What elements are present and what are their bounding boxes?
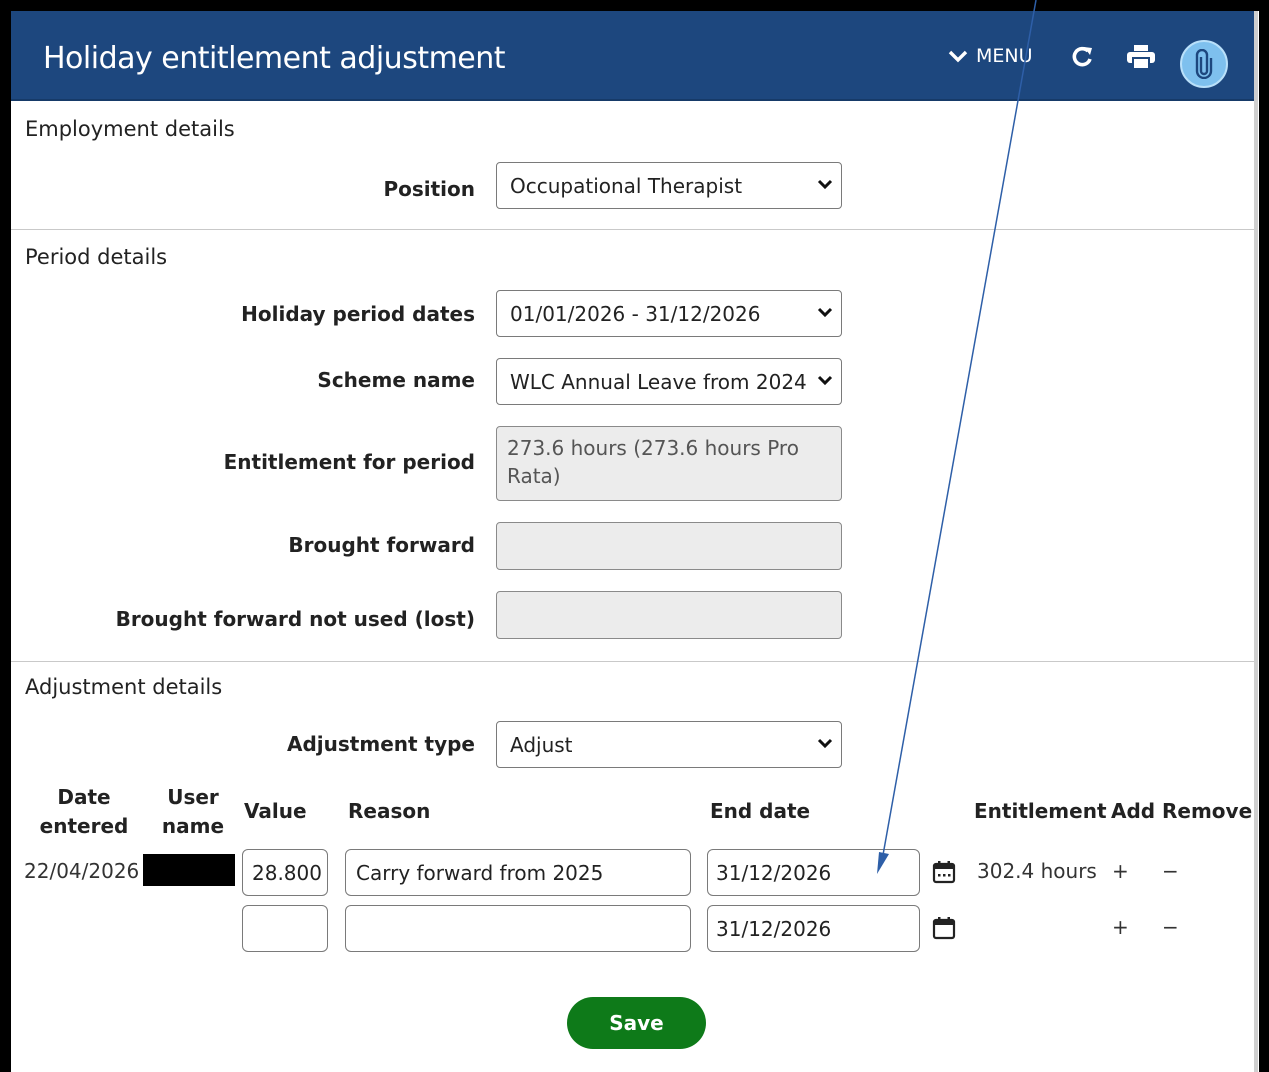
chevron-down-icon [817,738,833,749]
add-row-button[interactable]: + [1112,859,1129,883]
chevron-down-icon [817,179,833,190]
reason-input[interactable] [345,905,691,952]
menu-button[interactable]: MENU [948,45,1033,67]
brought-forward-field [496,522,842,570]
window-edge [1254,11,1258,1072]
add-row-button[interactable]: + [1112,915,1129,939]
attachment-button[interactable] [1180,40,1228,88]
remove-row-button[interactable]: − [1162,859,1179,883]
calendar-icon[interactable] [932,860,956,888]
entitlement-cell: 302.4 hours [977,859,1097,883]
remove-row-button[interactable]: − [1162,915,1179,939]
position-select[interactable]: Occupational Therapist [496,162,842,209]
column-header-reason: Reason [348,799,431,823]
column-header-date-entered: Date entered [39,785,129,838]
entitlement-field: 273.6 hours (273.6 hours Pro Rata) [496,426,842,501]
value-input[interactable]: 28.800 [242,849,328,896]
divider [11,661,1254,662]
column-header-remove: Remove [1162,799,1253,823]
end-date-input[interactable]: 31/12/2026 [707,905,920,952]
brought-forward-label: Brought forward [288,533,475,557]
period-section-title: Period details [25,245,168,269]
adjustment-type-label: Adjustment type [287,732,475,756]
adjustment-type-select[interactable]: Adjust [496,721,842,768]
holiday-period-select[interactable]: 01/01/2026 - 31/12/2026 [496,290,842,337]
adjustment-section-title: Adjustment details [25,675,223,699]
save-button[interactable]: Save [567,997,706,1049]
column-header-user-name: User name [161,785,225,838]
holiday-period-value: 01/01/2026 - 31/12/2026 [510,302,761,326]
divider [11,229,1254,230]
column-header-entitlement: Entitlement [974,799,1107,823]
app-window: Holiday entitlement adjustment MENU Empl… [11,11,1259,1072]
scheme-name-label: Scheme name [317,368,475,392]
brought-forward-lost-label: Brought forward not used (lost) [115,607,475,631]
print-icon[interactable] [1127,45,1155,73]
scheme-name-value: WLC Annual Leave from 2024 [510,370,807,394]
chevron-down-icon [817,307,833,318]
header-bar: Holiday entitlement adjustment MENU [11,11,1254,101]
redacted-user-name [143,854,235,886]
page-title: Holiday entitlement adjustment [43,41,506,76]
employment-section-title: Employment details [25,117,235,141]
menu-label: MENU [976,45,1033,67]
chevron-down-icon [948,50,968,63]
position-label: Position [383,177,475,201]
entitlement-label: Entitlement for period [223,450,475,474]
refresh-icon[interactable] [1071,45,1093,73]
column-header-value: Value [244,799,307,823]
reason-input[interactable]: Carry forward from 2025 [345,849,691,896]
column-header-add: Add [1111,799,1156,823]
value-input[interactable] [242,905,328,952]
holiday-period-label: Holiday period dates [241,302,475,326]
chevron-down-icon [817,375,833,386]
date-entered-cell: 22/04/2026 [24,859,140,883]
brought-forward-lost-field [496,591,842,639]
scheme-name-select[interactable]: WLC Annual Leave from 2024 [496,358,842,405]
column-header-end-date: End date [710,799,811,823]
paperclip-icon [1195,49,1213,79]
end-date-input[interactable]: 31/12/2026 [707,849,920,896]
adjustment-type-value: Adjust [510,733,573,757]
position-value: Occupational Therapist [510,174,743,198]
calendar-icon[interactable] [932,916,956,944]
